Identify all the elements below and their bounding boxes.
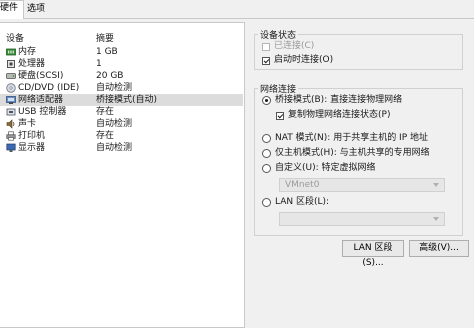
device-name: USB 控制器 bbox=[18, 107, 67, 117]
network-adapter-icon bbox=[6, 96, 16, 104]
device-summary: 自动检测 bbox=[96, 143, 133, 153]
device-row-display[interactable]: 显示器 自动检测 bbox=[0, 142, 243, 154]
device-name: 声卡 bbox=[18, 119, 37, 129]
custom-radio[interactable] bbox=[262, 164, 271, 173]
device-summary: 自动检测 bbox=[96, 119, 133, 129]
device-name: CD/DVD (IDE) bbox=[18, 83, 80, 93]
tab-hardware[interactable]: 硬件 bbox=[0, 0, 25, 19]
device-row-network-adapter[interactable]: 网络适配器 桥接模式(自动) bbox=[0, 94, 243, 106]
column-header-summary[interactable]: 摘要 bbox=[96, 31, 114, 44]
cd-dvd-icon bbox=[6, 83, 16, 93]
printer-icon bbox=[6, 131, 16, 141]
lan-segment-radio[interactable] bbox=[262, 198, 271, 207]
device-summary: 存在 bbox=[96, 131, 115, 141]
hard-disk-icon bbox=[6, 73, 16, 79]
device-row-cd-dvd[interactable]: CD/DVD (IDE) 自动检测 bbox=[0, 82, 243, 94]
tab-options[interactable]: 选项 bbox=[22, 2, 50, 18]
device-name: 处理器 bbox=[18, 59, 46, 69]
replicate-state-label: 复制物理网络连接状态(P) bbox=[288, 110, 391, 120]
nat-label: NAT 模式(N): 用于共享主机的 IP 地址 bbox=[275, 133, 429, 143]
device-row-sound-card[interactable]: 声卡 自动检测 bbox=[0, 118, 243, 130]
bridged-label: 桥接模式(B): 直接连接物理网络 bbox=[275, 95, 403, 105]
column-header-device[interactable]: 设备 bbox=[6, 31, 24, 44]
memory-icon bbox=[6, 48, 16, 56]
usb-icon bbox=[6, 108, 16, 116]
device-list: 设备 摘要 内存 1 GB 处理器 1 硬盘(SCSI) 20 GB CD/DV… bbox=[0, 22, 245, 328]
connected-checkbox[interactable] bbox=[262, 43, 270, 51]
custom-network-select[interactable]: VMnet0 bbox=[279, 178, 445, 192]
host-only-label: 仅主机模式(H): 与主机共享的专用网络 bbox=[275, 148, 430, 158]
device-status-title: 设备状态 bbox=[258, 28, 299, 41]
connect-at-power-on-label: 启动时连接(O) bbox=[274, 55, 334, 65]
lan-segment-label: LAN 区段(L): bbox=[275, 197, 330, 207]
replicate-state-checkbox[interactable] bbox=[276, 112, 284, 120]
sound-card-icon bbox=[6, 119, 15, 129]
nat-radio[interactable] bbox=[262, 134, 271, 143]
device-summary: 1 bbox=[96, 59, 102, 69]
connect-at-power-on-checkbox[interactable] bbox=[262, 57, 270, 65]
device-row-hard-disk[interactable]: 硬盘(SCSI) 20 GB bbox=[0, 70, 243, 82]
network-connection-title: 网络连接 bbox=[258, 82, 299, 95]
device-row-usb[interactable]: USB 控制器 存在 bbox=[0, 106, 243, 118]
device-summary: 20 GB bbox=[96, 71, 124, 81]
device-row-memory[interactable]: 内存 1 GB bbox=[0, 46, 243, 58]
device-name: 硬盘(SCSI) bbox=[18, 71, 64, 81]
host-only-radio[interactable] bbox=[262, 149, 271, 158]
custom-network-value: VMnet0 bbox=[285, 180, 320, 190]
device-name: 显示器 bbox=[18, 143, 46, 153]
tab-bar: 硬件 选项 bbox=[0, 0, 474, 19]
device-summary: 存在 bbox=[96, 107, 115, 117]
connected-label: 已连接(C) bbox=[274, 41, 315, 51]
processor-icon bbox=[7, 60, 15, 68]
display-icon bbox=[6, 143, 16, 152]
device-name: 内存 bbox=[18, 47, 37, 57]
device-row-printer[interactable]: 打印机 存在 bbox=[0, 130, 243, 142]
chevron-down-icon bbox=[433, 217, 439, 221]
device-summary: 桥接模式(自动) bbox=[96, 95, 158, 105]
chevron-down-icon bbox=[433, 183, 439, 187]
device-row-processor[interactable]: 处理器 1 bbox=[0, 58, 243, 70]
advanced-button[interactable]: 高级(V)... bbox=[409, 240, 469, 257]
bridged-radio[interactable] bbox=[262, 96, 271, 105]
device-name: 打印机 bbox=[18, 131, 46, 141]
lan-segment-select[interactable] bbox=[279, 212, 445, 226]
device-summary: 自动检测 bbox=[96, 83, 133, 93]
lan-segments-button[interactable]: LAN 区段(S)... bbox=[342, 240, 404, 268]
device-summary: 1 GB bbox=[96, 47, 118, 57]
custom-label: 自定义(U): 特定虚拟网络 bbox=[275, 163, 376, 173]
device-name: 网络适配器 bbox=[18, 95, 64, 105]
